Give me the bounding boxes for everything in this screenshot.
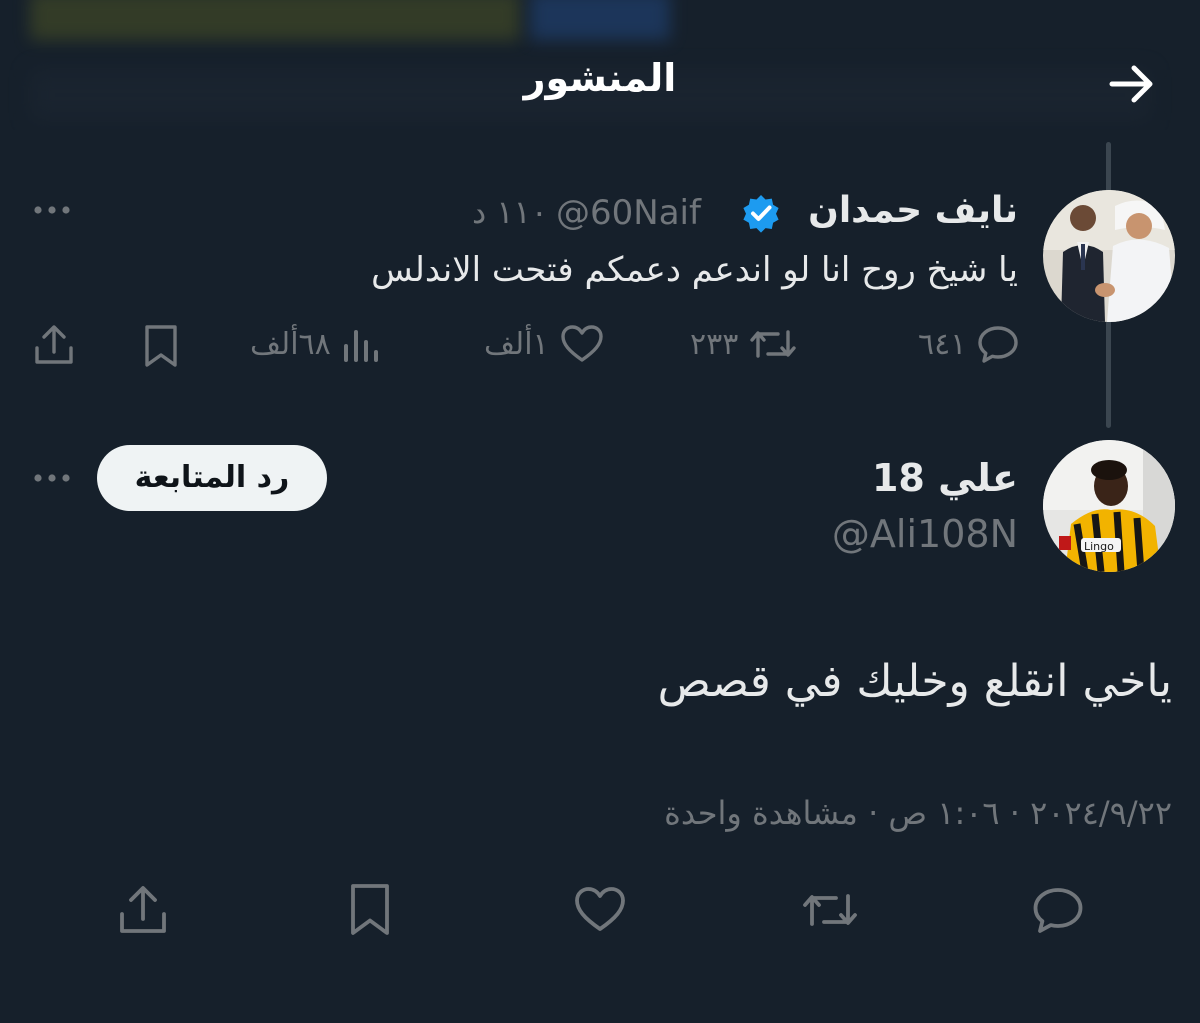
reply-author-name[interactable]: علي 18 [872, 456, 1018, 500]
svg-text:Lingo: Lingo [1084, 540, 1114, 553]
reply-tweet-text: ياخي انقلع وخليك في قصص [657, 656, 1172, 707]
parent-reply-action[interactable]: ٦٤١ [918, 322, 1020, 366]
post-detail-screen: المنشور نايف حمدان @60Naif ١١٠ د يا شيخ … [0, 0, 1200, 1023]
follow-back-button[interactable]: رد المتابعة [97, 445, 327, 511]
parent-author-avatar[interactable] [1043, 190, 1175, 322]
more-options-icon[interactable] [32, 200, 72, 220]
reply-author-avatar[interactable]: Lingo [1043, 440, 1175, 572]
retweet-icon [750, 330, 797, 358]
parent-author-name[interactable]: نايف حمدان [808, 190, 1018, 231]
reply-icon [978, 326, 1019, 363]
parent-retweet-action[interactable]: ٢٣٣ [690, 322, 798, 366]
parent-author-handle[interactable]: @60Naif [556, 193, 701, 233]
header-bar: المنشور [0, 42, 1200, 122]
share-icon[interactable] [32, 322, 76, 368]
reply-count: ٦٤١ [918, 326, 967, 362]
reply-tweet-meta: ٢٠٢٤/٩/٢٢ · ١:٠٦ ص · مشاهدة واحدة [664, 794, 1172, 832]
bookmark-icon[interactable] [141, 323, 181, 369]
reply-author-handle[interactable]: @Ali108N [832, 512, 1018, 556]
share-icon[interactable] [116, 882, 170, 938]
parent-tweet-text: يا شيخ روح انا لو اندعم دعمكم فتحت الاند… [371, 250, 1018, 290]
bookmark-icon[interactable] [346, 882, 394, 938]
heart-icon[interactable] [572, 884, 628, 936]
arrow-right-icon [1109, 65, 1153, 103]
retweet-count: ٢٣٣ [690, 326, 739, 362]
parent-like-action[interactable]: ١ألف [484, 322, 605, 366]
parent-tweet-time: ١١٠ د [472, 193, 548, 231]
verified-badge-icon [743, 195, 779, 233]
more-options-icon[interactable] [32, 468, 72, 488]
views-chart-icon [343, 330, 378, 362]
parent-views-action[interactable]: ٦٨ألف [250, 322, 381, 366]
heart-icon [560, 325, 603, 362]
like-count: ١ألف [484, 326, 549, 362]
back-button[interactable] [1104, 56, 1160, 112]
page-title: المنشور [523, 56, 677, 100]
retweet-icon[interactable] [800, 884, 860, 936]
views-count: ٦٨ألف [250, 326, 331, 362]
reply-icon[interactable] [1030, 884, 1086, 936]
